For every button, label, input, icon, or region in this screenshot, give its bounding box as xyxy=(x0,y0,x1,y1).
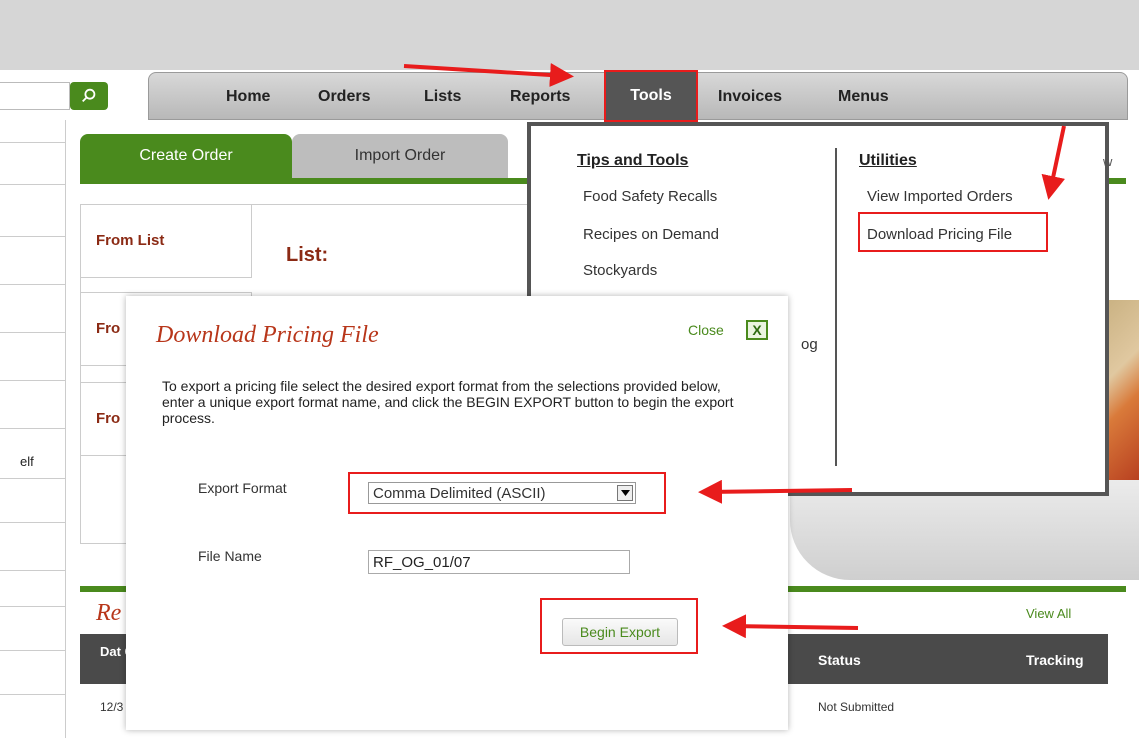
sidebar-divider xyxy=(0,142,66,143)
header-background xyxy=(0,0,1139,70)
tips-and-tools-heading[interactable]: Tips and Tools xyxy=(577,152,688,170)
sidebar-divider xyxy=(0,570,66,571)
search-button[interactable] xyxy=(70,82,108,110)
file-name-input[interactable] xyxy=(368,550,630,574)
sidebar-divider xyxy=(0,332,66,333)
menu-item-recipes-on-demand[interactable]: Recipes on Demand xyxy=(583,226,719,243)
menu-item-view-imported-orders[interactable]: View Imported Orders xyxy=(867,188,1013,205)
nav-lists[interactable]: Lists xyxy=(424,88,461,106)
sidebar-divider xyxy=(0,428,66,429)
dropdown-divider xyxy=(835,148,837,466)
from-option-2-label[interactable]: Fro xyxy=(96,320,120,337)
annotation-box-tools xyxy=(604,70,698,122)
annotation-box-export-format xyxy=(348,472,666,514)
tab-create-order[interactable]: Create Order xyxy=(80,134,292,178)
list-label: List: xyxy=(286,244,329,266)
row-status: Not Submitted xyxy=(818,700,895,714)
sidebar-item-label[interactable]: elf xyxy=(20,454,34,469)
dialog-description: To export a pricing file select the desi… xyxy=(162,378,734,426)
menu-item-food-safety-recalls[interactable]: Food Safety Recalls xyxy=(583,188,717,205)
menu-item-partial-right[interactable]: w xyxy=(1103,154,1112,169)
left-sidebar xyxy=(0,120,66,738)
recent-orders-title: Re xyxy=(96,600,122,626)
export-format-label: Export Format xyxy=(198,480,287,496)
sidebar-divider xyxy=(0,694,66,695)
sidebar-divider xyxy=(0,606,66,607)
annotation-box-download-pricing xyxy=(858,212,1048,252)
sidebar-divider xyxy=(0,650,66,651)
file-name-label: File Name xyxy=(198,548,262,564)
tab-import-order[interactable]: Import Order xyxy=(292,134,508,178)
close-link[interactable]: Close xyxy=(688,322,724,338)
nav-invoices[interactable]: Invoices xyxy=(718,88,782,106)
menu-item-stockyards[interactable]: Stockyards xyxy=(583,262,657,279)
dialog-title: Download Pricing File xyxy=(156,322,379,348)
annotation-box-begin-export xyxy=(540,598,698,654)
sidebar-divider xyxy=(0,184,66,185)
menu-item-partial[interactable]: og xyxy=(801,336,818,353)
view-all-link[interactable]: View All xyxy=(1026,606,1071,621)
sidebar-divider xyxy=(0,284,66,285)
sidebar-divider xyxy=(0,380,66,381)
sidebar-divider xyxy=(0,236,66,237)
from-option-3-label[interactable]: Fro xyxy=(96,410,120,427)
utilities-heading[interactable]: Utilities xyxy=(859,152,917,170)
close-icon[interactable]: X xyxy=(746,320,768,340)
search-icon xyxy=(82,88,96,103)
search-input[interactable] xyxy=(0,82,70,110)
nav-reports[interactable]: Reports xyxy=(510,88,570,106)
nav-home[interactable]: Home xyxy=(226,88,270,106)
col-tracking[interactable]: Tracking xyxy=(1026,652,1084,668)
sidebar-divider xyxy=(0,522,66,523)
from-list-label[interactable]: From List xyxy=(96,232,164,249)
sidebar-divider xyxy=(0,478,66,479)
nav-orders[interactable]: Orders xyxy=(318,88,370,106)
col-status[interactable]: Status xyxy=(818,652,861,668)
nav-menus[interactable]: Menus xyxy=(838,88,889,106)
row-date: 12/3 xyxy=(100,700,124,714)
